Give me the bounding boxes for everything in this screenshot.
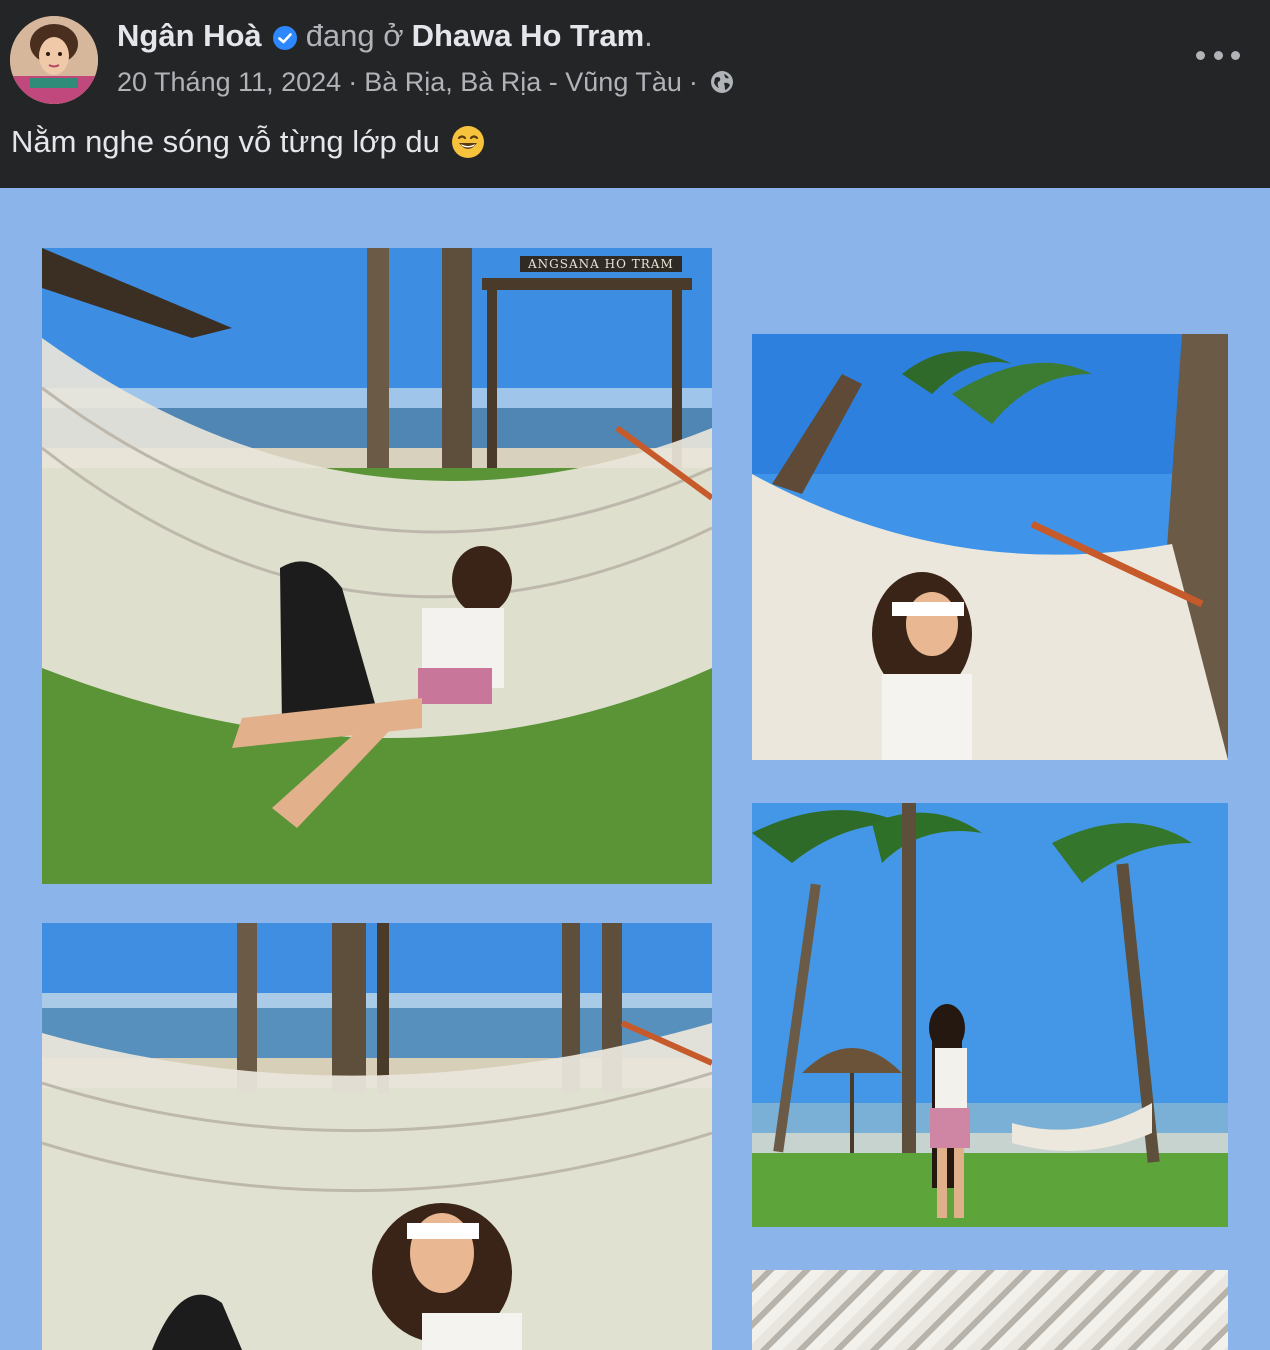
verified-badge-icon: [272, 23, 298, 50]
grinning-emoji-icon: [450, 124, 486, 160]
resort-sign: ANGSANA HO TRAM: [520, 256, 682, 272]
post-photo-2[interactable]: [752, 334, 1228, 760]
standing-beach-image: [752, 803, 1228, 1227]
post-meta: 20 Tháng 11, 2024 · Bà Rịa, Bà Rịa - Vũn…: [117, 62, 735, 102]
more-dot: [1213, 50, 1223, 60]
meta-separator: ·: [688, 66, 698, 97]
meta-separator: ·: [348, 66, 358, 97]
checkin-prefix: đang ở: [305, 18, 404, 53]
more-options-icon[interactable]: [1196, 38, 1240, 72]
more-dot: [1231, 50, 1240, 60]
author-name[interactable]: Ngân Hoà: [117, 18, 262, 54]
globe-icon[interactable]: [709, 69, 735, 95]
post-location-link[interactable]: Bà Rịa, Bà Rịa - Vũng Tàu: [364, 67, 682, 98]
more-dot: [1196, 50, 1205, 60]
post-header: Ngân Hoà đang ở Dhawa Ho Tram . 20 Tháng…: [0, 0, 1270, 188]
avatar-image: [10, 16, 98, 104]
caption-text: Nằm nghe sóng vỗ từng lớp du: [11, 124, 440, 159]
post-photo-5[interactable]: [752, 1270, 1228, 1350]
post-photo-4[interactable]: [42, 923, 712, 1350]
post-photo-3[interactable]: [752, 803, 1228, 1227]
hammock-lying-image: [42, 923, 712, 1350]
checkin-period: .: [644, 18, 653, 53]
author-row: Ngân Hoà đang ở Dhawa Ho Tram .: [117, 14, 653, 58]
post-date-link[interactable]: 20 Tháng 11, 2024: [117, 67, 341, 98]
author-avatar[interactable]: [10, 16, 98, 104]
post-caption: Nằm nghe sóng vỗ từng lớp du: [11, 120, 486, 164]
hammock-photo-image: [42, 248, 712, 884]
checkin-place-link[interactable]: Dhawa Ho Tram: [412, 18, 645, 54]
post-photo-1[interactable]: ANGSANA HO TRAM: [42, 248, 712, 884]
hammock-selfie-image: [752, 334, 1228, 760]
